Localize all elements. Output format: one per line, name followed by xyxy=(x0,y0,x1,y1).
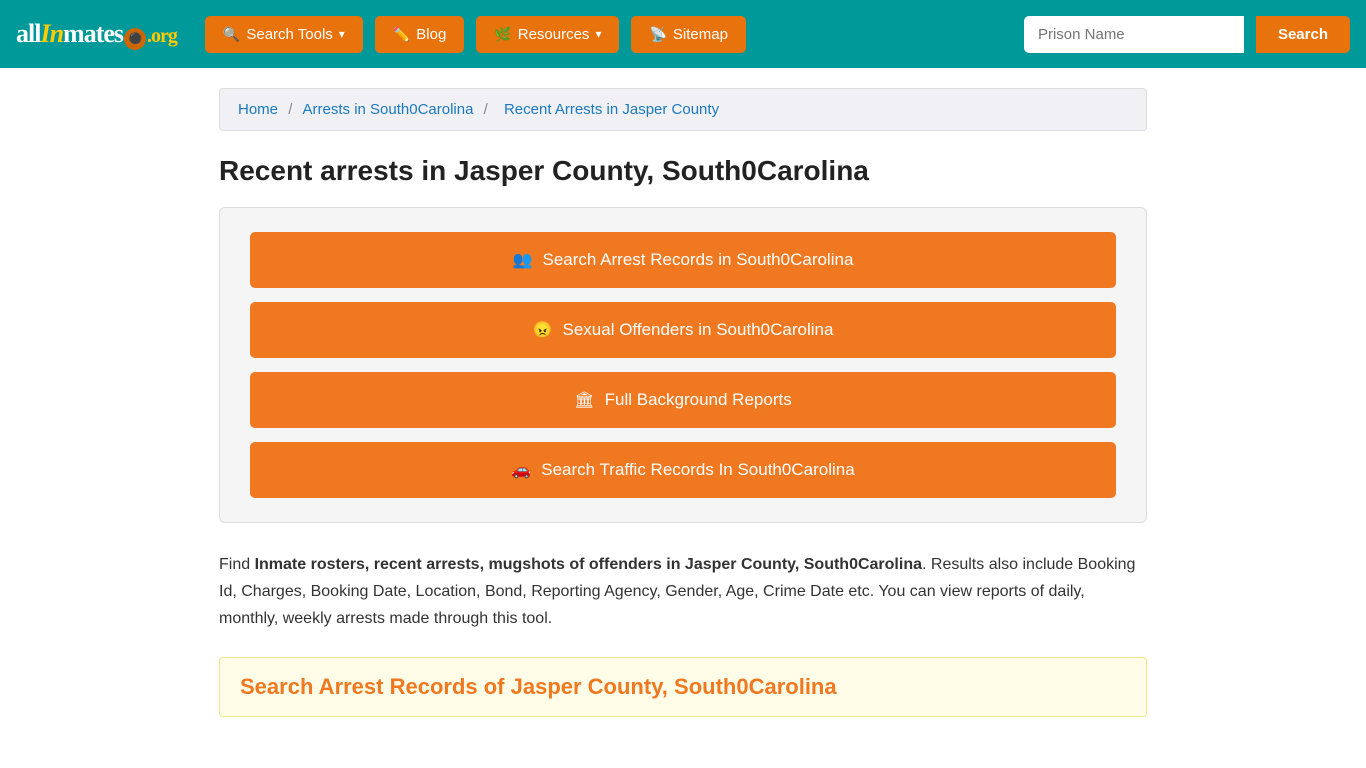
car-icon xyxy=(511,460,531,480)
traffic-records-label: Search Traffic Records In South0Carolina xyxy=(541,460,854,480)
breadcrumb-sep2: / xyxy=(484,101,492,118)
prison-name-input[interactable] xyxy=(1024,16,1244,53)
main-content: Home / Arrests in South0Carolina / Recen… xyxy=(203,68,1163,737)
action-buttons-box: Search Arrest Records in South0Carolina … xyxy=(219,207,1147,523)
building-icon xyxy=(574,390,594,410)
search-tools-label: Search Tools xyxy=(246,26,332,43)
breadcrumb-home[interactable]: Home xyxy=(238,101,278,118)
description-paragraph: Find Inmate rosters, recent arrests, mug… xyxy=(219,551,1147,633)
sitemap-button[interactable]: Sitemap xyxy=(631,16,745,53)
blog-icon xyxy=(393,26,410,43)
breadcrumb-current: Recent Arrests in Jasper County xyxy=(504,101,719,118)
prison-search-button[interactable]: Search xyxy=(1256,16,1350,53)
resources-icon xyxy=(494,26,511,43)
breadcrumb: Home / Arrests in South0Carolina / Recen… xyxy=(219,88,1147,131)
breadcrumb-sep1: / xyxy=(288,101,296,118)
search-button-label: Search xyxy=(1278,26,1328,43)
angry-icon xyxy=(533,320,553,340)
description-prefix: Find xyxy=(219,556,255,573)
background-reports-label: Full Background Reports xyxy=(605,390,792,410)
search-tools-button[interactable]: Search Tools xyxy=(205,16,363,53)
breadcrumb-arrests[interactable]: Arrests in South0Carolina xyxy=(303,101,474,118)
search-icon xyxy=(223,26,240,43)
navbar: allInmates⚫.org Search Tools Blog Resour… xyxy=(0,0,1366,68)
blog-label: Blog xyxy=(416,26,446,43)
full-background-reports-button[interactable]: Full Background Reports xyxy=(250,372,1116,428)
sitemap-icon xyxy=(649,26,666,43)
sitemap-label: Sitemap xyxy=(673,26,728,43)
search-arrest-records-button[interactable]: Search Arrest Records in South0Carolina xyxy=(250,232,1116,288)
arrest-records-label: Search Arrest Records in South0Carolina xyxy=(543,250,854,270)
section-heading-text: Search Arrest Records of Jasper County, … xyxy=(240,674,837,699)
sexual-offenders-button[interactable]: Sexual Offenders in South0Carolina xyxy=(250,302,1116,358)
page-title: Recent arrests in Jasper County, South0C… xyxy=(219,155,1147,187)
traffic-records-button[interactable]: Search Traffic Records In South0Carolina xyxy=(250,442,1116,498)
description-bold: Inmate rosters, recent arrests, mugshots… xyxy=(255,556,922,573)
resources-label: Resources xyxy=(518,26,590,43)
sex-offenders-label: Sexual Offenders in South0Carolina xyxy=(563,320,834,340)
site-logo[interactable]: allInmates⚫.org xyxy=(16,19,177,50)
resources-button[interactable]: Resources xyxy=(476,16,619,53)
people-icon xyxy=(513,250,533,270)
blog-button[interactable]: Blog xyxy=(375,16,464,53)
section-heading: Search Arrest Records of Jasper County, … xyxy=(219,657,1147,717)
